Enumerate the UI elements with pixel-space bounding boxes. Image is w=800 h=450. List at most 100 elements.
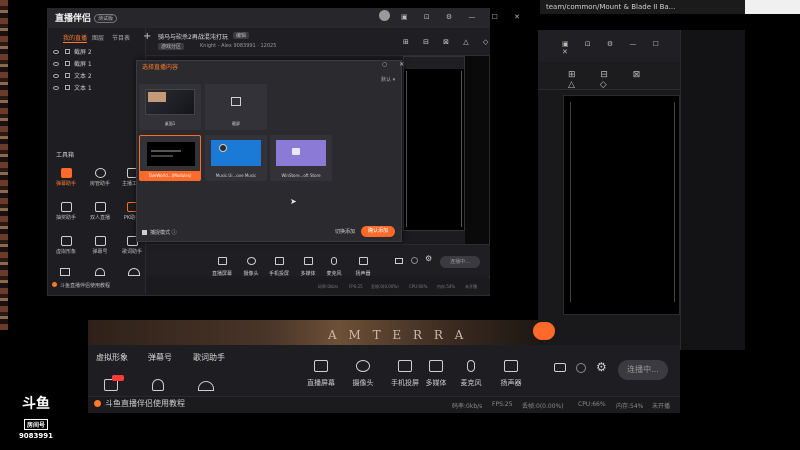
eye-icon[interactable] (411, 257, 418, 264)
tool-danmu-id[interactable]: 弹幕号 (84, 236, 116, 255)
tool-lottery[interactable]: 抽奖助手 (50, 202, 82, 221)
back-tool-screen-label: 直播屏幕 (307, 379, 335, 387)
record-icon[interactable] (554, 363, 566, 372)
back-tool-screen[interactable]: 直播屏幕 (300, 357, 342, 388)
eye-icon[interactable] (53, 86, 59, 90)
capture-mode-checkbox[interactable]: 捕捉模式 ⓘ (142, 229, 177, 236)
tab-layers[interactable]: 图层 (92, 33, 104, 42)
dialog-filter-dropdown[interactable]: 默认 ▾ (381, 76, 395, 83)
main-stat-memory: 内存:54% (437, 284, 456, 289)
switch-add-link[interactable]: 切换添加 (335, 228, 355, 235)
browser-address-bar[interactable]: team/common/Mount & Blade II Ba... (540, 0, 745, 14)
tab-schedule[interactable]: 节目表 (112, 33, 130, 42)
source-card[interactable]: 桌面1 (139, 84, 201, 130)
source-card[interactable]: WinStore...oft Store (270, 135, 332, 181)
eye-icon[interactable] (53, 74, 59, 78)
window-controls[interactable]: ▣ ⊡ ⚙ — ☐ ✕ (562, 40, 680, 56)
main-tool-screen[interactable]: 直播屏幕 (208, 250, 236, 277)
back-tool-mic[interactable]: 麦克风 (450, 357, 492, 388)
layer-type-icon (65, 61, 70, 66)
main-stat-extra: 未开播 (465, 284, 477, 289)
dialog-title: 选择直播内容 (142, 64, 179, 71)
app-logo-text: 直播伴侣 (55, 14, 92, 24)
main-live-button[interactable]: 连播中... (440, 256, 480, 268)
confirm-add-button[interactable]: 确认添加 (361, 226, 395, 237)
back-tool-camera[interactable]: 摄像头 (342, 357, 384, 388)
danmu-icon[interactable] (152, 379, 164, 391)
lyrics-icon[interactable] (198, 381, 214, 391)
room-title[interactable]: 骑马与砍杀2再战混沌打玩 (158, 32, 228, 41)
virtual-avatar-icon[interactable] (60, 268, 70, 276)
back-tool-label-1[interactable]: 虚拟形象 (96, 353, 128, 363)
source-card-selected[interactable]: TaleWorld...(Modules) (139, 135, 201, 181)
layer-row[interactable]: 截屏 1 (53, 59, 92, 68)
main-tool-phone[interactable]: 手机投屏 (265, 250, 293, 277)
tool-danmu-assistant[interactable]: 弹幕助手 (50, 168, 82, 187)
status-fps: FPS:25 (492, 401, 513, 408)
danmu-icon[interactable] (95, 268, 105, 276)
secondary-toolbar-icons[interactable]: ⊞ ⊟ ⊠ △ ◇ (568, 70, 680, 90)
back-tool-label-3[interactable]: 歌词助手 (193, 353, 225, 363)
main-tool-speaker[interactable]: 扬声器 (349, 250, 377, 277)
eye-icon[interactable] (53, 50, 59, 54)
back-live-button[interactable]: 连播中... (618, 360, 668, 380)
tool-label: 房管助手 (89, 181, 110, 187)
back-tool-label-2[interactable]: 弹幕号 (148, 353, 172, 363)
main-tool-label: 多媒体 (300, 271, 316, 277)
back-tutorial-notice[interactable]: 斗鱼直播伴侣使用教程 (94, 398, 185, 410)
user-avatar[interactable] (379, 10, 390, 21)
eye-icon[interactable] (53, 62, 59, 66)
tool-dual-live[interactable]: 双人直播 (84, 202, 116, 221)
version-badge: 测试版 (94, 14, 118, 23)
main-tool-label: 直播屏幕 (211, 271, 232, 277)
settings-gear-icon[interactable]: ⚙ (596, 360, 607, 374)
source-card[interactable]: Music.Ui...ove Music (205, 135, 267, 181)
main-tool-media[interactable]: 多媒体 (294, 250, 322, 277)
record-icon[interactable] (395, 258, 403, 264)
lyrics-icon[interactable] (128, 268, 140, 276)
source-thumbnail (211, 140, 261, 166)
layer-row[interactable]: 文本 2 (53, 71, 92, 80)
camera-icon (356, 360, 370, 372)
main-tool-camera[interactable]: 摄像头 (237, 250, 265, 277)
eye-icon[interactable] (576, 363, 586, 373)
tool-label: 弹幕助手 (55, 181, 76, 187)
main-window-controls[interactable]: ▣ ⊡ ⚙ — ☐ ✕ (401, 13, 527, 21)
main-tutorial-notice[interactable]: 斗鱼直播伴侣使用教程 (52, 282, 110, 289)
mic-icon (331, 257, 337, 265)
status-cpu: CPU:66% (578, 401, 606, 408)
screenshot-icon (231, 97, 241, 106)
add-scene-icon[interactable]: + (143, 31, 151, 42)
douyu-watermark: 斗鱼 房间号 9083991 (14, 393, 58, 440)
dialog-close-icon[interactable]: ○ ✕ (382, 61, 409, 68)
store-app-icon (292, 148, 300, 155)
checkbox-icon[interactable] (142, 230, 147, 235)
main-tool-mic[interactable]: 麦克风 (320, 250, 348, 277)
settings-gear-icon[interactable]: ⚙ (425, 254, 432, 263)
category-tag[interactable]: 游戏分区 (158, 43, 185, 50)
source-card[interactable]: 截屏 (205, 84, 267, 130)
screen-icon (217, 257, 227, 265)
source-thumbnail (276, 140, 326, 166)
back-tool-speaker[interactable]: 扬声器 (490, 357, 532, 388)
back-tool-speaker-label: 扬声器 (500, 379, 522, 387)
banner-title: A M T E R R A (328, 328, 468, 342)
layer-name: 截屏 1 (74, 61, 92, 68)
tool-room-manager[interactable]: 房管助手 (84, 168, 116, 187)
main-tool-label: 摄像头 (243, 271, 259, 277)
layer-row[interactable]: 文本 1 (53, 83, 92, 92)
dual-live-icon (94, 202, 106, 212)
main-stat-fps: FPS:25 (349, 284, 363, 289)
edit-title-button[interactable]: 编辑 (233, 32, 250, 39)
media-icon (429, 360, 443, 372)
layer-row[interactable]: 截屏 2 (53, 47, 92, 56)
mouse-cursor-icon: ➤ (290, 197, 297, 206)
secondary-window-titlebar: ▣ ⊡ ⚙ — ☐ ✕ (538, 30, 680, 62)
preview-mini-toolbar (404, 57, 464, 69)
background-orange-button[interactable] (533, 322, 555, 340)
preview-toolbar-icons[interactable]: ⊞ ⊟ ⊠ △ ◇ (403, 38, 494, 46)
preview-side-strip (465, 56, 489, 246)
source-thumbnail (146, 141, 196, 167)
tab-my-live[interactable]: 我的直播 (63, 33, 88, 43)
tool-virtual-avatar[interactable]: 虚拟形象 (50, 236, 82, 255)
